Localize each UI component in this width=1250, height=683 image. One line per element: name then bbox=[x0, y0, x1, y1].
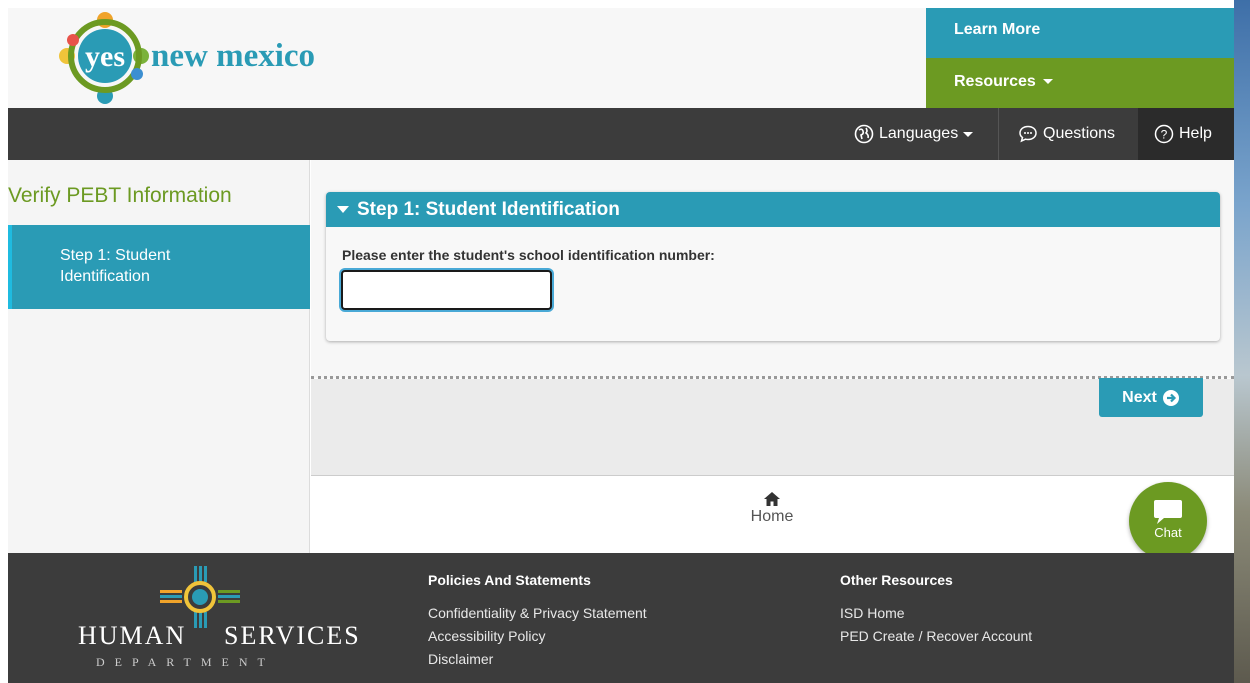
student-id-input[interactable] bbox=[341, 270, 552, 310]
resources-label: Resources bbox=[954, 73, 1036, 90]
caret-down-icon bbox=[963, 131, 974, 137]
yes-new-mexico-logo[interactable]: yes new mexico bbox=[53, 12, 413, 104]
background-photo-strip bbox=[1234, 0, 1250, 683]
sidebar-item-step-1[interactable]: Step 1: Student Identification bbox=[8, 225, 310, 309]
next-label: Next bbox=[1122, 388, 1157, 406]
top-nav: Languages Questions ? Help bbox=[8, 108, 1234, 160]
action-bar bbox=[311, 379, 1234, 476]
link-confidentiality[interactable]: Confidentiality & Privacy Statement bbox=[428, 605, 647, 621]
sidebar: Verify PEBT Information Step 1: Student … bbox=[8, 160, 310, 553]
panel-header[interactable]: Step 1: Student Identification bbox=[326, 192, 1220, 227]
panel-title: Step 1: Student Identification bbox=[357, 199, 620, 220]
languages-label: Languages bbox=[879, 125, 959, 142]
learn-more-button[interactable]: Learn More bbox=[926, 8, 1234, 58]
sidebar-item-label: Step 1: Student Identification bbox=[60, 247, 171, 285]
learn-more-label: Learn More bbox=[954, 21, 1041, 38]
chat-label: Chat bbox=[1154, 525, 1182, 540]
site-footer: HUMAN SERVICES DEPARTMENT Policies And S… bbox=[8, 553, 1234, 683]
resources-dropdown[interactable]: Resources bbox=[926, 58, 1234, 108]
logo-text: new mexico bbox=[151, 38, 315, 74]
caret-down-icon bbox=[337, 206, 349, 213]
step-panel: Step 1: Student Identification Please en… bbox=[326, 192, 1220, 341]
org-name-human: HUMAN bbox=[78, 621, 187, 650]
other-resources-heading: Other Resources bbox=[840, 572, 953, 588]
svg-text:?: ? bbox=[1161, 128, 1168, 142]
org-name-services: SERVICES bbox=[224, 621, 361, 650]
globe-icon bbox=[854, 124, 874, 144]
questions-label: Questions bbox=[1043, 125, 1116, 142]
dotted-divider bbox=[311, 376, 1234, 379]
arrow-right-circle-icon bbox=[1162, 389, 1179, 406]
home-icon bbox=[764, 492, 780, 506]
org-name-department: DEPARTMENT bbox=[96, 655, 275, 669]
help-label: Help bbox=[1179, 125, 1212, 142]
policies-heading: Policies And Statements bbox=[428, 572, 591, 588]
student-id-label: Please enter the student's school identi… bbox=[342, 247, 715, 263]
home-label: Home bbox=[750, 508, 794, 525]
site-header: yes new mexico Learn More Resources bbox=[8, 8, 1234, 108]
sidebar-title: Verify PEBT Information bbox=[8, 184, 232, 207]
chat-icon bbox=[1154, 500, 1182, 524]
languages-menu[interactable]: Languages bbox=[854, 108, 974, 160]
link-disclaimer[interactable]: Disclaimer bbox=[428, 651, 493, 667]
svg-text:yes: yes bbox=[85, 40, 125, 73]
chat-bubble-icon bbox=[1019, 125, 1037, 143]
link-accessibility[interactable]: Accessibility Policy bbox=[428, 628, 545, 644]
link-isd-home[interactable]: ISD Home bbox=[840, 605, 905, 621]
questions-link[interactable]: Questions bbox=[1018, 108, 1115, 160]
zia-sun-logo bbox=[160, 566, 240, 628]
home-link[interactable]: Home bbox=[744, 491, 800, 526]
link-ped-account[interactable]: PED Create / Recover Account bbox=[840, 628, 1032, 644]
question-circle-icon: ? bbox=[1154, 124, 1174, 144]
help-link[interactable]: ? Help bbox=[1138, 108, 1234, 160]
chat-button[interactable]: Chat bbox=[1129, 482, 1207, 560]
caret-down-icon bbox=[1043, 79, 1054, 85]
nav-divider bbox=[998, 108, 999, 160]
next-button[interactable]: Next bbox=[1099, 378, 1203, 417]
